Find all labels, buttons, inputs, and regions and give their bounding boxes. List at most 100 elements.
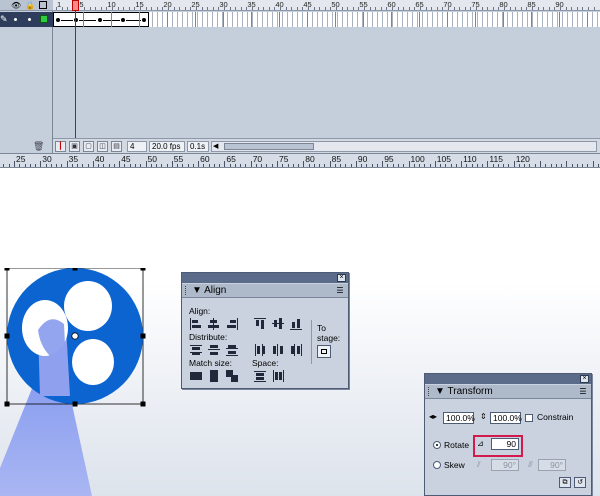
playhead[interactable] (72, 0, 79, 11)
layer-row[interactable]: ✎ (0, 12, 53, 27)
grip-icon[interactable] (185, 286, 188, 295)
align-left-edge-icon[interactable] (190, 318, 202, 330)
distribute-bottom-edge-icon[interactable] (226, 344, 238, 356)
handle-top[interactable] (72, 268, 78, 271)
match-width-and-height-icon[interactable] (226, 370, 238, 382)
grip-icon[interactable] (428, 387, 431, 396)
distribute-top-edge-icon[interactable] (190, 344, 202, 356)
distribute-label: Distribute: (189, 332, 228, 342)
handle-bottom-left[interactable] (4, 401, 10, 407)
ruler-tick (513, 161, 515, 167)
align-vertical-center-icon[interactable] (272, 318, 284, 330)
ruler-label: 70 (252, 154, 263, 164)
align-bottom-edge-icon[interactable] (290, 318, 302, 330)
scroll-left-arrow-icon[interactable]: ◀ (213, 142, 218, 151)
frame-separator (307, 12, 309, 27)
frame-tick (537, 7, 539, 10)
align-right-edge-icon[interactable] (226, 318, 238, 330)
space-evenly-horizontal-icon[interactable] (272, 370, 284, 382)
ruler-label: 100 (410, 154, 425, 164)
ruler-tick (445, 164, 447, 167)
align-horizontal-center-icon[interactable] (208, 318, 220, 330)
close-icon[interactable]: × (337, 274, 346, 282)
handle-left[interactable] (4, 333, 10, 339)
transform-panel-header[interactable]: ▼ Transform ☰ (425, 385, 591, 399)
onion-skin-button[interactable]: ▣ (69, 141, 80, 152)
close-icon[interactable]: × (580, 375, 589, 383)
width-scale-input[interactable]: 100.0% (443, 412, 475, 424)
width-scale-icon: ◂▸ (429, 412, 438, 421)
motion-tween[interactable] (53, 12, 149, 27)
ruler-tick (303, 161, 305, 167)
ruler-tick (497, 164, 499, 167)
layer-color-swatch[interactable] (40, 15, 48, 23)
lock-dot[interactable] (28, 18, 31, 21)
ruler-tick (466, 164, 468, 167)
lock-icon[interactable]: 🔒 (25, 1, 35, 10)
distribute-vertical-center-icon[interactable] (208, 344, 220, 356)
ruler-tick (576, 164, 578, 167)
outline-icon[interactable] (39, 1, 47, 9)
height-scale-input[interactable]: 100.0% (490, 412, 522, 424)
ruler-tick (187, 164, 189, 167)
ruler-label: 105 (436, 154, 451, 164)
handle-top-left[interactable] (4, 268, 10, 271)
ruler-tick (371, 164, 373, 167)
reset-transform-icon[interactable]: ↺ (574, 477, 586, 488)
ruler-tick (150, 164, 152, 167)
frames-row[interactable] (53, 12, 600, 27)
space-evenly-vertical-icon[interactable] (254, 370, 266, 382)
fan-symbol[interactable] (0, 268, 150, 408)
ruler-tick (392, 164, 394, 167)
handle-bottom-right[interactable] (140, 401, 146, 407)
keyframe-dot[interactable] (142, 18, 146, 22)
ruler-label: 115 (489, 154, 503, 164)
ruler-tick (82, 164, 84, 167)
ruler-tick (455, 164, 457, 167)
distribute-right-edge-icon[interactable] (290, 344, 302, 356)
visibility-dot[interactable] (14, 18, 17, 21)
distribute-horizontal-center-icon[interactable] (272, 344, 284, 356)
edit-multiple-frames-button[interactable]: ◫ (97, 141, 108, 152)
scrollbar-thumb[interactable] (224, 143, 314, 150)
align-panel-titlebar[interactable]: × (182, 273, 348, 283)
handle-top-right[interactable] (140, 268, 146, 271)
modify-onion-markers-button[interactable]: ▤ (111, 141, 122, 152)
keyframe-dot[interactable] (56, 18, 60, 22)
panel-menu-icon[interactable]: ☰ (578, 387, 588, 396)
align-panel-header[interactable]: ▼ Align ☰ (182, 284, 348, 298)
frame-tick (380, 7, 382, 10)
keyframe-dot[interactable] (121, 18, 125, 22)
rotate-radio[interactable] (433, 441, 441, 449)
match-width-icon[interactable] (190, 370, 202, 382)
skew-horizontal-input[interactable]: 90° (491, 459, 519, 471)
constrain-checkbox[interactable] (525, 414, 533, 422)
timeline-empty-area (53, 27, 600, 138)
ruler-tick (350, 164, 352, 167)
to-stage-button[interactable] (317, 345, 331, 358)
panel-menu-icon[interactable]: ☰ (335, 286, 345, 295)
distribute-left-edge-icon[interactable] (254, 344, 266, 356)
copy-and-apply-transform-icon[interactable]: ⧉ (559, 477, 571, 488)
timeline-horizontal-scrollbar[interactable]: ◀ (211, 141, 597, 152)
match-height-icon[interactable] (208, 370, 220, 382)
ruler-tick (19, 164, 21, 167)
skew-radio[interactable] (433, 461, 441, 469)
handle-right[interactable] (140, 333, 146, 339)
skew-vertical-input[interactable]: 90° (538, 459, 566, 471)
frame-ruler[interactable]: 1 5 10 15 20 25 30 35 40 45 50 55 60 65 70 75 80 85 90 (53, 0, 600, 11)
transform-pivot-point[interactable] (71, 332, 79, 340)
keyframe-dot[interactable] (98, 18, 102, 22)
align-top-edge-icon[interactable] (254, 318, 266, 330)
center-frame-button[interactable]: ┃ (55, 141, 66, 152)
onion-skin-outlines-button[interactable]: ▢ (83, 141, 94, 152)
eye-icon[interactable]: 👁 (11, 1, 21, 10)
ruler-tick (313, 164, 315, 167)
ruler-tick (229, 164, 231, 167)
ruler-tick (92, 161, 94, 167)
transform-title-text: Transform (447, 386, 493, 397)
trash-icon[interactable]: 🗑 (33, 141, 44, 151)
transform-panel-titlebar[interactable]: × (425, 374, 591, 384)
handle-bottom[interactable] (72, 401, 78, 407)
ruler-tick (145, 161, 147, 167)
